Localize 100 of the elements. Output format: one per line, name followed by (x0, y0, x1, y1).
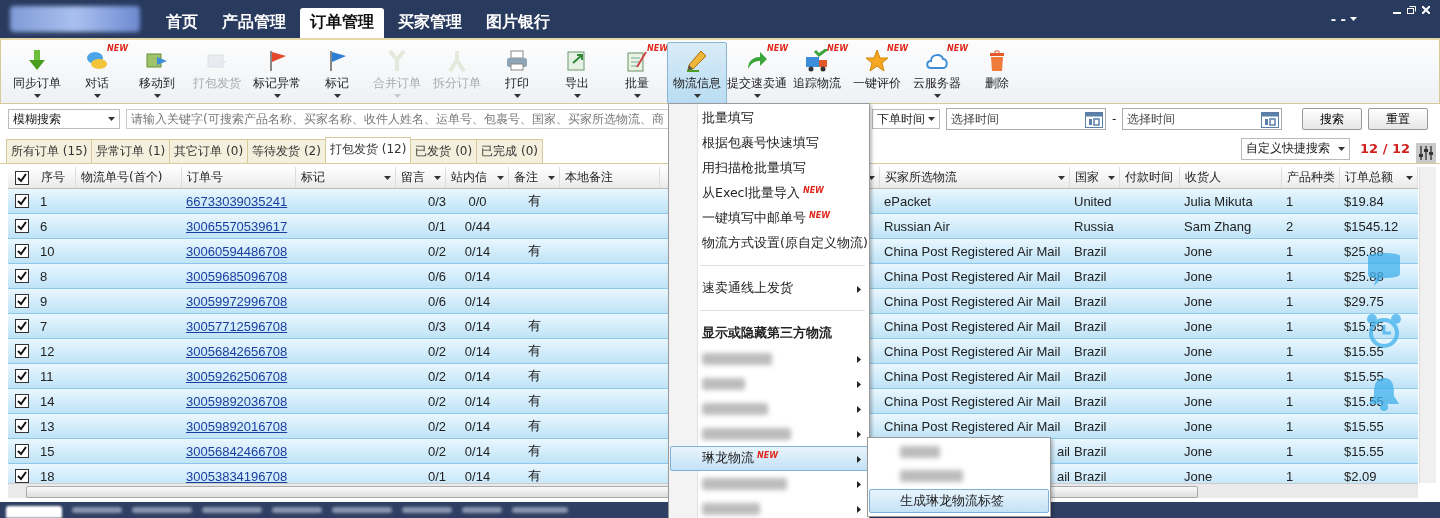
table-cell: 0/14 (464, 318, 491, 334)
table-cell: Jone (1184, 293, 1213, 309)
order-link[interactable]: 66733039035241 (186, 193, 288, 209)
star-icon (865, 49, 889, 73)
menu-item[interactable]: 根据包裹号快速填写 (670, 131, 868, 156)
new-label: NEW (827, 44, 848, 53)
table-cell: 1 (1286, 343, 1294, 359)
column-header[interactable]: 订单总额 (1345, 169, 1393, 186)
order-status-tab[interactable]: 等待发货 (2) (247, 139, 326, 163)
checkbox[interactable] (15, 319, 29, 333)
column-header[interactable]: 订单号 (187, 169, 223, 186)
checkbox[interactable] (15, 344, 29, 358)
order-status-tab[interactable]: 已完成 (0) (476, 139, 543, 163)
date-field[interactable]: 选择时间 (946, 108, 1106, 130)
order-status-tab[interactable]: 其它订单 (0) (169, 139, 249, 163)
submenu-item[interactable]: 琳龙物流 NEW (670, 446, 868, 471)
redacted-text (132, 507, 192, 513)
nav-tab[interactable]: 图片银行 (476, 8, 560, 38)
checkbox[interactable] (15, 419, 29, 433)
order-status-tab[interactable]: 所有订单 (15) (6, 139, 93, 163)
column-header[interactable]: 序号 (41, 169, 65, 186)
order-link[interactable]: 30059972996708 (186, 293, 288, 309)
column-header[interactable]: 物流单号(首个) (81, 169, 163, 186)
filter-button[interactable]: 重置 (1368, 108, 1429, 130)
checkbox[interactable] (15, 244, 29, 258)
checkbox[interactable] (15, 294, 29, 308)
menu-item[interactable]: 一键填写中邮单号 NEW (670, 206, 868, 231)
order-link[interactable]: 30059892036708 (186, 393, 288, 409)
submenu-arrow-icon (857, 381, 861, 388)
caret-icon (1338, 146, 1345, 151)
menu-item[interactable]: 用扫描枪批量填写 (670, 156, 868, 181)
search-mode-dropdown[interactable]: 模糊搜索 (8, 109, 120, 129)
nav-tab[interactable]: 产品管理 (212, 8, 296, 38)
checkbox[interactable] (15, 444, 29, 458)
toolbar-button[interactable]: 同步订单 (7, 42, 67, 104)
column-header[interactable]: 产品种类 (1287, 169, 1335, 186)
menu-item[interactable]: 物流方式设置(原自定义物流) (670, 231, 868, 256)
checkbox[interactable] (15, 194, 29, 208)
table-cell: $15.55 (1344, 368, 1384, 384)
table-cell: 1 (1286, 318, 1294, 334)
column-header[interactable]: 本地备注 (565, 169, 613, 186)
toolbar-button[interactable]: 标记异常 (247, 42, 307, 104)
toolbar-button[interactable]: 导出 (547, 42, 607, 104)
order-status-tab[interactable]: 已发货 (0) (410, 139, 478, 163)
toolbar-button[interactable]: 打印 (487, 42, 547, 104)
toolbar-button[interactable]: NEW 提交速卖通 (727, 42, 787, 104)
column-header[interactable]: 收货人 (1185, 169, 1221, 186)
checkbox[interactable] (15, 170, 29, 185)
checkbox[interactable] (15, 269, 29, 283)
order-link[interactable]: 30056842466708 (186, 443, 288, 459)
table-cell: China Post Registered Air Mail (884, 418, 1061, 434)
time-type-dropdown[interactable]: 下单时间 (872, 109, 940, 129)
toolbar-button[interactable]: 标记 (307, 42, 367, 104)
toolbar-button[interactable]: 物流信息 (667, 42, 727, 104)
order-link[interactable]: 30057712596708 (186, 318, 288, 334)
menu-item[interactable]: 批量填写 (670, 106, 868, 131)
order-link[interactable]: 30056842656708 (186, 343, 288, 359)
close-icon (1422, 6, 1430, 14)
menu-item[interactable]: 从Execl批量导入 NEW (670, 181, 868, 206)
table-cell: 1 (1286, 393, 1294, 409)
table-cell: 0/2 (427, 418, 446, 434)
column-header[interactable]: 留言 (401, 169, 425, 186)
restore-icon (1407, 6, 1416, 14)
column-header[interactable]: 标记 (301, 169, 325, 186)
toolbar-button[interactable]: NEW 对话 (67, 42, 127, 104)
column-header[interactable]: 站内信 (451, 169, 487, 186)
order-link[interactable]: 30065570539617 (186, 218, 288, 234)
order-link[interactable]: 30059892016708 (186, 418, 288, 434)
submenu-arrow-icon (857, 456, 861, 463)
date-field[interactable]: 选择时间 (1122, 108, 1283, 130)
order-link[interactable]: 30053834196708 (186, 468, 288, 483)
settings-icon[interactable] (1416, 143, 1436, 163)
order-link[interactable]: 30059685096708 (186, 268, 288, 284)
submenu-item[interactable]: 速卖通线上发货 (670, 276, 868, 301)
filter-button[interactable]: 搜索 (1302, 108, 1363, 130)
menu-item[interactable]: 生成琳龙物流标签 (869, 489, 1049, 513)
checkbox[interactable] (15, 369, 29, 383)
nav-tab[interactable]: 订单管理 (300, 8, 384, 38)
checkbox[interactable] (15, 394, 29, 408)
column-header[interactable]: 买家所选物流 (885, 169, 957, 186)
row-number: 6 (40, 218, 48, 234)
table-cell: Jone (1184, 343, 1213, 359)
account-name[interactable]: - - (1330, 11, 1346, 27)
quick-search-dropdown[interactable]: 自定义快捷搜索 (1241, 137, 1350, 160)
table-cell: 有 (528, 367, 541, 385)
order-status-tab[interactable]: 异常订单 (1) (91, 139, 171, 163)
toolbar-button[interactable]: NEW 批量 (607, 42, 667, 104)
column-header[interactable]: 付款时间 (1125, 169, 1173, 186)
nav-tab[interactable]: 首页 (156, 8, 208, 38)
column-header[interactable]: 备注 (514, 169, 538, 186)
new-label: NEW (647, 44, 668, 53)
order-link[interactable]: 30060594486708 (186, 243, 288, 259)
vertical-scrollbar[interactable] (1419, 167, 1436, 483)
table-cell: Jone (1184, 418, 1213, 434)
checkbox[interactable] (15, 469, 29, 483)
table-cell: $1545.12 (1344, 218, 1399, 234)
checkbox[interactable] (15, 219, 29, 233)
order-link[interactable]: 30059262506708 (186, 368, 288, 384)
column-header[interactable]: 国家 (1075, 169, 1099, 186)
nav-tab[interactable]: 买家管理 (388, 8, 472, 38)
